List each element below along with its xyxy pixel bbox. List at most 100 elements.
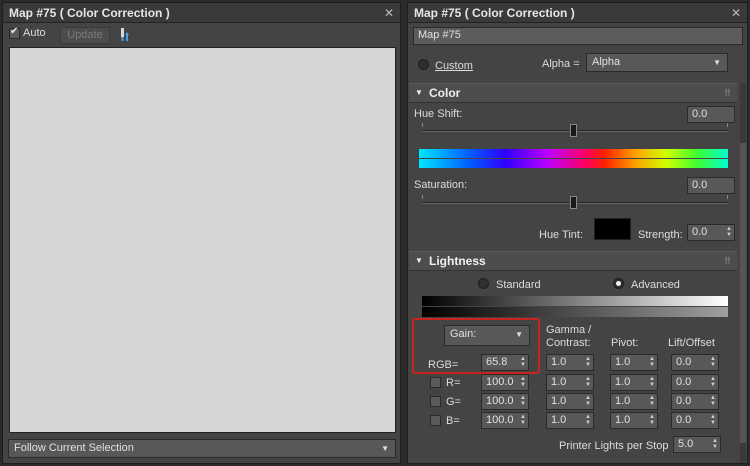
b-gamma-spinner[interactable]: 1.0 ▲ ▼ xyxy=(546,412,594,429)
follow-selection-dropdown[interactable]: Follow Current Selection ▼ xyxy=(8,439,396,458)
right-panel-titlebar: Map #75 ( Color Correction ) ✕ xyxy=(408,3,747,23)
r-channel-checkbox[interactable] xyxy=(430,377,441,388)
spinner-arrows-icon[interactable]: ▲ ▼ xyxy=(710,376,716,388)
left-close-icon[interactable]: ✕ xyxy=(384,6,394,20)
g-gamma-spinner[interactable]: 1.0 ▲ ▼ xyxy=(546,393,594,410)
rgb-lift-spinner[interactable]: 0.0 ▲ ▼ xyxy=(671,354,719,371)
grip-icon: ⠿ xyxy=(723,256,731,266)
hue-slider-tick-left xyxy=(422,123,423,127)
hue-slider-tick-right xyxy=(727,123,728,127)
g-lift-spinner[interactable]: 0.0 ▲ ▼ xyxy=(671,393,719,410)
spinner-arrows-icon[interactable]: ▲ ▼ xyxy=(649,376,655,388)
saturation-label: Saturation: xyxy=(414,179,468,191)
g-pivot-spinner[interactable]: 1.0 ▲ ▼ xyxy=(610,393,658,410)
b-pivot-spinner[interactable]: 1.0 ▲ ▼ xyxy=(610,412,658,429)
rgb-gain-value: 65.8 xyxy=(486,356,508,368)
b-gain-value: 100.0 xyxy=(486,414,514,426)
lightness-section-header[interactable]: ▼ Lightness ⠿ xyxy=(409,251,737,271)
auto-label: Auto xyxy=(23,27,46,39)
hue-spectrum-bottom xyxy=(419,159,728,168)
sat-slider-tick-right xyxy=(727,195,728,199)
g-row-label: G= xyxy=(446,396,461,408)
saturation-slider-thumb[interactable] xyxy=(570,196,577,209)
spinner-arrows-icon[interactable]: ▲ ▼ xyxy=(520,395,526,407)
left-panel-titlebar: Map #75 ( Color Correction ) ✕ xyxy=(3,3,400,23)
b-gain-spinner[interactable]: 100.0 ▲ ▼ xyxy=(481,412,529,429)
spinner-arrows-icon[interactable]: ▲ ▼ xyxy=(585,414,591,426)
r-pivot-value: 1.0 xyxy=(615,376,631,388)
spinner-arrows-icon[interactable]: ▲ ▼ xyxy=(520,414,526,426)
spinner-arrows-icon[interactable]: ▲ ▼ xyxy=(585,376,591,388)
printer-lights-spinner[interactable]: 5.0 ▲ ▼ xyxy=(673,436,721,453)
chevron-down-icon: ▼ xyxy=(713,58,721,67)
custom-radio[interactable] xyxy=(418,59,429,70)
spinner-arrows-icon[interactable]: ▲ ▼ xyxy=(710,395,716,407)
lightness-section-title: Lightness xyxy=(429,254,486,268)
alpha-dropdown-value: Alpha xyxy=(592,56,621,68)
pick-channel-icon[interactable] xyxy=(119,28,131,42)
spinner-arrows-icon[interactable]: ▲ ▼ xyxy=(520,356,526,368)
rgb-row-label: RGB= xyxy=(428,359,459,371)
hue-shift-field[interactable]: 0.0 xyxy=(687,106,735,123)
g-channel-checkbox[interactable] xyxy=(430,396,441,407)
b-channel-checkbox[interactable] xyxy=(430,415,441,426)
spinner-arrows-icon[interactable]: ▲ ▼ xyxy=(710,414,716,426)
r-lift-spinner[interactable]: 0.0 ▲ ▼ xyxy=(671,374,719,391)
spinner-arrows-icon[interactable]: ▲ ▼ xyxy=(710,356,716,368)
spinner-arrows-icon[interactable]: ▲ ▼ xyxy=(712,438,718,450)
hue-tint-swatch[interactable] xyxy=(594,218,631,240)
rgb-gamma-spinner[interactable]: 1.0 ▲ ▼ xyxy=(546,354,594,371)
b-lift-spinner[interactable]: 0.0 ▲ ▼ xyxy=(671,412,719,429)
scrollbar-thumb[interactable] xyxy=(740,143,746,443)
spinner-arrows-icon[interactable]: ▲ ▼ xyxy=(585,395,591,407)
gamma-label-line1: Gamma / xyxy=(546,324,592,336)
alpha-dropdown[interactable]: Alpha ▼ xyxy=(586,53,728,72)
strength-spinner[interactable]: 0.0 ▲ ▼ xyxy=(687,224,735,241)
chevron-down-icon: ▼ xyxy=(381,444,389,453)
spinner-arrows-icon[interactable]: ▲ ▼ xyxy=(726,226,732,238)
gamma-label-line2: Contrast: xyxy=(546,337,591,349)
b-lift-value: 0.0 xyxy=(676,414,692,426)
rgb-pivot-value: 1.0 xyxy=(615,356,631,368)
r-gain-spinner[interactable]: 100.0 ▲ ▼ xyxy=(481,374,529,391)
g-lift-value: 0.0 xyxy=(676,395,692,407)
custom-label: Custom xyxy=(435,60,473,72)
rgb-gain-spinner[interactable]: 65.8 ▲ ▼ xyxy=(481,354,529,371)
spinner-arrows-icon[interactable]: ▲ ▼ xyxy=(585,356,591,368)
pivot-label: Pivot: xyxy=(611,337,639,349)
standard-label: Standard xyxy=(496,279,541,291)
left-preview-panel: Map #75 ( Color Correction ) ✕ ✔ Auto Up… xyxy=(2,2,401,464)
alpha-label: Alpha = xyxy=(542,58,580,70)
hue-shift-slider-thumb[interactable] xyxy=(570,124,577,137)
spinner-arrows-icon[interactable]: ▲ ▼ xyxy=(520,376,526,388)
b-pivot-value: 1.0 xyxy=(615,414,631,426)
printer-lights-label: Printer Lights per Stop xyxy=(559,440,669,452)
preview-canvas[interactable] xyxy=(9,47,396,433)
lightness-gradient-bottom xyxy=(422,307,728,317)
standard-radio[interactable] xyxy=(478,278,489,289)
sat-slider-tick-left xyxy=(422,195,423,199)
r-gamma-spinner[interactable]: 1.0 ▲ ▼ xyxy=(546,374,594,391)
spinner-arrows-icon[interactable]: ▲ ▼ xyxy=(649,356,655,368)
r-pivot-spinner[interactable]: 1.0 ▲ ▼ xyxy=(610,374,658,391)
color-section-title: Color xyxy=(429,86,461,100)
auto-checkbox[interactable]: ✔ xyxy=(9,26,20,39)
collapse-triangle-icon: ▼ xyxy=(415,88,423,97)
spinner-arrows-icon[interactable]: ▲ ▼ xyxy=(649,414,655,426)
saturation-field[interactable]: 0.0 xyxy=(687,177,735,194)
right-panel-scrollbar[interactable] xyxy=(740,83,746,463)
lift-offset-label: Lift/Offset xyxy=(668,337,715,349)
map-name-field[interactable]: Map #75 xyxy=(413,27,743,45)
advanced-radio[interactable] xyxy=(613,278,624,289)
lightness-gradient-top xyxy=(422,296,728,306)
rgb-pivot-spinner[interactable]: 1.0 ▲ ▼ xyxy=(610,354,658,371)
spinner-arrows-icon[interactable]: ▲ ▼ xyxy=(649,395,655,407)
right-close-icon[interactable]: ✕ xyxy=(731,6,741,20)
color-section-header[interactable]: ▼ Color ⠿ xyxy=(409,83,737,103)
g-gain-spinner[interactable]: 100.0 ▲ ▼ xyxy=(481,393,529,410)
rgb-gamma-value: 1.0 xyxy=(551,356,567,368)
g-pivot-value: 1.0 xyxy=(615,395,631,407)
update-button-label: Update xyxy=(67,29,103,41)
gain-mode-dropdown[interactable]: Gain: ▼ xyxy=(444,325,530,346)
update-button[interactable]: Update xyxy=(60,27,110,44)
